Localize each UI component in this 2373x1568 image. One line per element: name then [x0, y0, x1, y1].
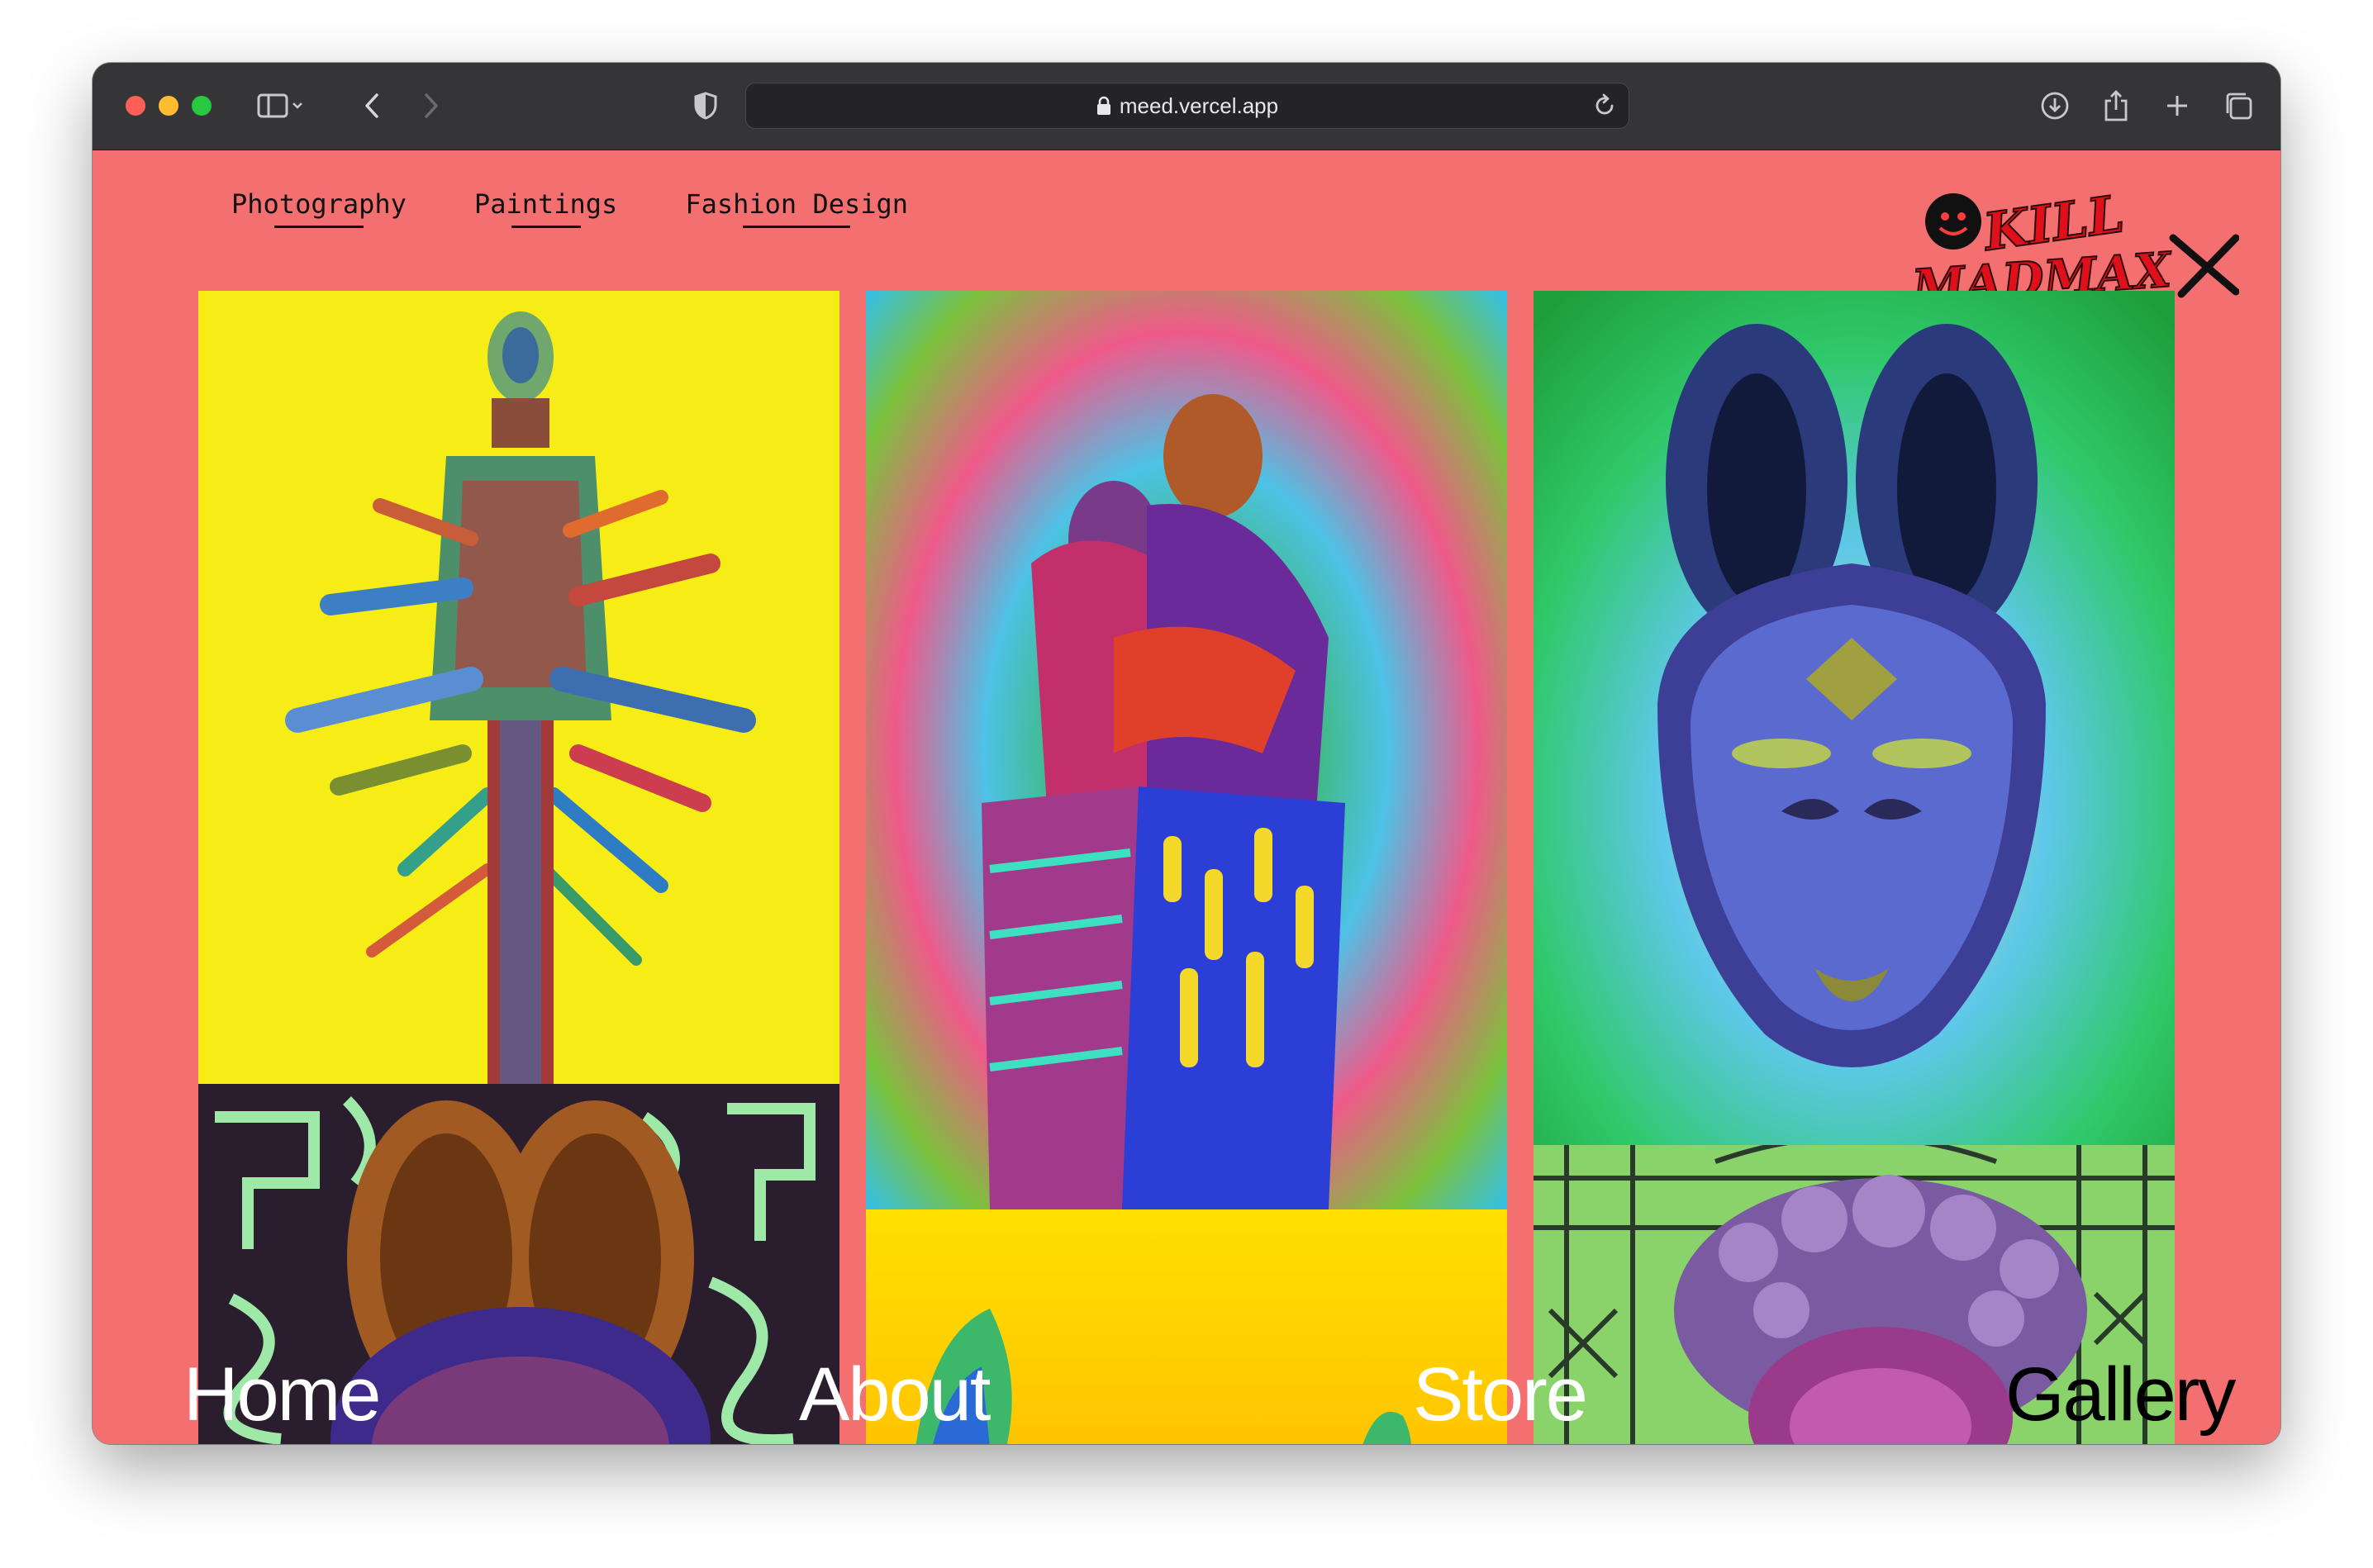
nav-underline	[743, 226, 851, 228]
tab-overview-icon[interactable]	[2218, 84, 2259, 127]
nav-photography-link[interactable]: Photography	[231, 188, 407, 228]
category-nav: Photography Paintings Fashion Design	[231, 188, 908, 228]
gallery-tile-mask-green[interactable]	[1534, 291, 2175, 1145]
address-bar[interactable]: meed.vercel.app	[745, 83, 1629, 129]
bottom-nav: Home About Store Gallery	[93, 1357, 2280, 1439]
gallery-link[interactable]: Gallery	[2005, 1357, 2236, 1433]
zoom-window-button[interactable]	[192, 96, 212, 116]
nav-fashion-design-label: Fashion Design	[685, 188, 909, 220]
close-window-button[interactable]	[126, 96, 145, 116]
back-icon[interactable]	[355, 84, 388, 127]
downloads-icon[interactable]	[2034, 84, 2076, 127]
forward-icon[interactable]	[415, 84, 448, 127]
nav-paintings-link[interactable]: Paintings	[474, 188, 617, 228]
reload-icon[interactable]	[1592, 92, 1617, 126]
browser-toolbar: meed.vercel.app	[93, 63, 2280, 150]
nav-fashion-design-link[interactable]: Fashion Design	[685, 188, 908, 228]
kill-madmax-logo[interactable]: KILL MADMAX	[1908, 180, 2240, 316]
nav-underline	[273, 226, 364, 228]
sidebar-toggle-icon[interactable]	[251, 84, 309, 127]
gallery-column-2	[866, 291, 1507, 1444]
new-tab-icon[interactable]	[2157, 84, 2198, 127]
home-link[interactable]: Home	[183, 1357, 381, 1433]
minimize-window-button[interactable]	[159, 96, 178, 116]
gallery-tile-figure-sculpture[interactable]	[198, 291, 839, 1084]
nav-underline	[511, 226, 581, 228]
gallery-tile-embracing-figures[interactable]	[866, 291, 1507, 1209]
browser-window: meed.vercel.app Photography Paintings Fa…	[93, 63, 2280, 1444]
share-icon[interactable]	[2095, 84, 2137, 127]
about-link[interactable]: About	[799, 1357, 991, 1433]
url-text: meed.vercel.app	[1119, 93, 1279, 118]
nav-paintings-label: Paintings	[473, 188, 618, 220]
lock-icon	[1096, 96, 1111, 116]
page-content: Photography Paintings Fashion Design KIL…	[93, 150, 2280, 1444]
privacy-shield-icon[interactable]	[689, 84, 722, 127]
gallery-column-3	[1534, 291, 2175, 1444]
gallery-column-1	[198, 291, 839, 1444]
nav-photography-label: Photography	[231, 188, 407, 220]
store-link[interactable]: Store	[1413, 1357, 1588, 1433]
